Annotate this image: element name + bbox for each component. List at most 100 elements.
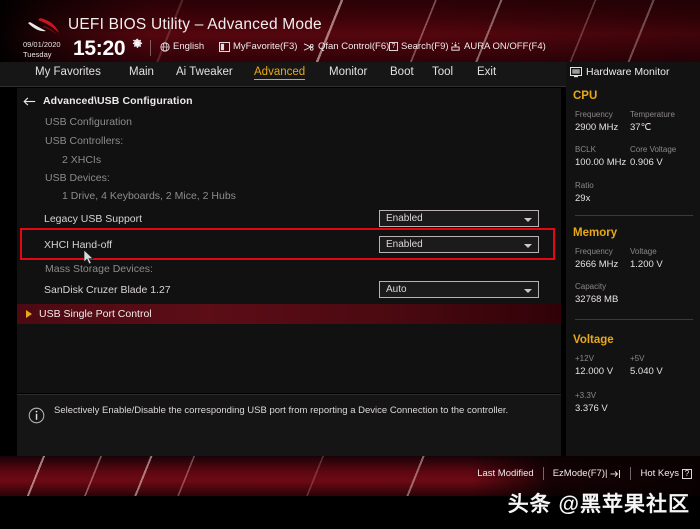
gear-icon[interactable] — [132, 38, 143, 49]
tab-main[interactable]: Main — [129, 66, 154, 78]
header-shortcut-label: English — [173, 41, 205, 52]
option-row-sandisk-cruzer-blade[interactable]: SanDisk Cruzer Blade 1.27 Auto — [17, 278, 561, 304]
hm-key-mem-frequency: Frequency — [575, 247, 613, 256]
globe-icon — [160, 41, 170, 52]
tab-ai-tweaker[interactable]: Ai Tweaker — [176, 66, 233, 78]
hm-key-mem-voltage: Voltage — [630, 247, 657, 256]
header-shortcut-label: Qfan Control(F6) — [318, 41, 390, 52]
hm-val-core-voltage: 0.906 V — [630, 157, 663, 168]
option-label: SanDisk Cruzer Blade 1.27 — [44, 284, 171, 296]
clock-display: 15:20 — [73, 37, 126, 60]
bios-screen: UEFI BIOS Utility – Advanced Mode 09/01/… — [0, 0, 700, 529]
hm-val-33v: 3.376 V — [575, 403, 608, 414]
header-shortcut-aura[interactable]: AURA ON/OFF(F4) — [450, 41, 546, 52]
hot-keys-label: Hot Keys — [640, 468, 679, 479]
hm-val-mem-frequency: 2666 MHz — [575, 259, 619, 270]
header-shortcut-label: MyFavorite(F3) — [233, 41, 298, 52]
submenu-label: USB Single Port Control — [39, 308, 152, 320]
hardware-monitor-panel: Hardware Monitor CPU Frequency 2900 MHz … — [566, 62, 700, 456]
hm-val-capacity: 32768 MB — [575, 294, 619, 305]
header-shortcut-label: Search(F9) — [401, 41, 449, 52]
hm-section-cpu: CPU — [573, 90, 598, 102]
fan-icon — [303, 42, 314, 51]
book-icon — [219, 41, 230, 52]
info-device-summary: 1 Drive, 4 Keyboards, 2 Mice, 2 Hubs — [62, 190, 236, 202]
ezmode-button[interactable]: EzMode(F7)| — [553, 468, 622, 479]
hm-section-memory: Memory — [573, 227, 618, 239]
info-mass-storage-devices: Mass Storage Devices: — [45, 263, 153, 275]
breadcrumb[interactable]: Advanced\USB Configuration — [17, 91, 561, 111]
hm-section-voltage: Voltage — [573, 334, 614, 346]
back-arrow-icon[interactable] — [23, 96, 36, 107]
hm-divider — [575, 319, 693, 320]
weekday-value: Tuesday — [23, 49, 52, 59]
option-label: Legacy USB Support — [44, 213, 143, 225]
submenu-usb-single-port-control[interactable]: USB Single Port Control — [17, 304, 561, 324]
chevron-down-icon — [524, 244, 532, 248]
hm-key-cpu-frequency: Frequency — [575, 110, 613, 119]
hm-key-capacity: Capacity — [575, 282, 607, 291]
tab-exit[interactable]: Exit — [477, 66, 496, 78]
triangle-right-icon — [26, 310, 32, 318]
question-box-icon: ? — [682, 468, 692, 479]
hm-val-cpu-temperature: 37℃ — [630, 122, 652, 133]
footer-divider — [542, 467, 544, 480]
footer-actions: Last Modified EzMode(F7)| Hot Keys ? — [477, 467, 692, 480]
info-xhci-count: 2 XHCIs — [62, 154, 102, 166]
page-title: UEFI BIOS Utility – Advanced Mode — [68, 16, 322, 33]
header-shortcut-search[interactable]: ? Search(F9) — [389, 41, 449, 52]
hm-key-12v: +12V — [575, 354, 594, 363]
hm-val-bclk: 100.00 MHz — [575, 157, 627, 168]
hm-key-33v: +3.3V — [575, 391, 597, 400]
last-modified-button[interactable]: Last Modified — [477, 468, 534, 479]
hm-val-5v: 5.040 V — [630, 366, 663, 377]
chevron-down-icon — [524, 289, 532, 293]
monitor-icon — [570, 66, 582, 77]
header-shortcut-english[interactable]: English — [160, 41, 204, 52]
header-divider — [150, 40, 151, 56]
option-value: Enabled — [386, 213, 423, 224]
info-usb-controllers: USB Controllers: — [45, 135, 124, 147]
hm-val-mem-voltage: 1.200 V — [630, 259, 663, 270]
hm-key-ratio: Ratio — [575, 181, 594, 190]
hm-key-bclk: BCLK — [575, 145, 596, 154]
hm-val-12v: 12.000 V — [575, 366, 614, 377]
header-shortcut-qfan[interactable]: Qfan Control(F6) — [303, 41, 389, 52]
tab-advanced[interactable]: Advanced — [254, 66, 306, 80]
option-row-xhci-hand-off[interactable]: XHCI Hand-off Enabled — [17, 233, 561, 259]
ezmode-label: EzMode(F7)| — [552, 468, 608, 479]
sandisk-cruzer-blade-dropdown[interactable]: Auto — [379, 281, 539, 298]
hm-val-ratio: 29x — [575, 193, 591, 204]
breadcrumb-label: Advanced\USB Configuration — [43, 95, 193, 107]
watermark: 头条 @黑苹果社区 — [507, 493, 690, 516]
tab-monitor[interactable]: Monitor — [329, 66, 367, 78]
option-row-legacy-usb-support[interactable]: Legacy USB Support Enabled — [17, 207, 561, 233]
hot-keys-button[interactable]: Hot Keys ? — [640, 468, 692, 479]
chevron-down-icon — [524, 218, 532, 222]
hm-key-5v: +5V — [630, 354, 645, 363]
tab-my-favorites[interactable]: My Favorites — [35, 66, 101, 78]
info-icon — [28, 407, 45, 424]
footer-divider — [630, 467, 632, 480]
option-value: Auto — [386, 284, 407, 295]
hm-divider — [575, 215, 693, 216]
info-usb-devices: USB Devices: — [45, 172, 110, 184]
header-shortcut-label: AURA ON/OFF(F4) — [464, 41, 546, 52]
header-shortcut-myfavorite[interactable]: MyFavorite(F3) — [219, 41, 297, 52]
hm-key-cpu-temperature: Temperature — [630, 110, 675, 119]
option-label: XHCI Hand-off — [44, 239, 113, 251]
hardware-monitor-label: Hardware Monitor — [586, 66, 670, 78]
question-box-icon: ? — [389, 42, 398, 51]
option-value: Enabled — [386, 239, 423, 250]
xhci-hand-off-dropdown[interactable]: Enabled — [379, 236, 539, 253]
legacy-usb-support-dropdown[interactable]: Enabled — [379, 210, 539, 227]
tab-tool[interactable]: Tool — [432, 66, 453, 78]
help-bar: Selectively Enable/Disable the correspon… — [17, 394, 561, 456]
rog-logo-icon — [28, 18, 59, 34]
tab-boot[interactable]: Boot — [390, 66, 414, 78]
hm-val-cpu-frequency: 2900 MHz — [575, 122, 619, 133]
header-bar: UEFI BIOS Utility – Advanced Mode 09/01/… — [0, 0, 700, 62]
arrow-right-box-icon — [610, 469, 621, 478]
date-display: 09/01/2020 Tuesday — [23, 40, 61, 59]
help-text: Selectively Enable/Disable the correspon… — [54, 405, 509, 416]
